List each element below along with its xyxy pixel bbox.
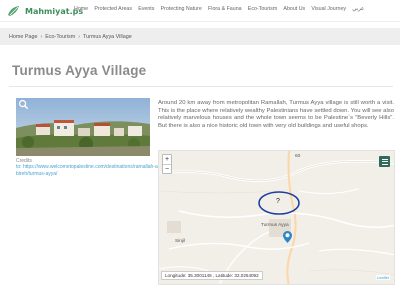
map-label-sinjil: Sinjil [175,239,186,244]
credits-link[interactable]: to: https://www.welcometopalestine.com/d… [16,164,162,177]
map-question-mark: ? [276,198,280,205]
nav-item-home[interactable]: Home [74,6,88,12]
layers-menu-icon[interactable] [379,156,390,167]
title-divider [9,86,393,87]
map-coordinates: Longitude: 35.3001145 , Latitude: 32.025… [161,271,263,280]
zoom-out-button[interactable]: − [163,164,171,173]
village-description: Around 20 km away from metropolitan Rama… [158,100,394,129]
nav-item-flora-fauna[interactable]: Flora & Fauna [208,6,242,12]
village-photo-image [16,98,150,156]
breadcrumb-current: Turmus Ayya Village [83,33,132,40]
village-photo[interactable] [16,98,150,156]
location-marker-icon[interactable] [283,231,292,243]
map-label-turmus-ayya: Turmus Ayya [261,223,289,228]
page-title: Turmus Ayya Village [12,63,147,78]
map-attribution[interactable]: Leaflet [375,275,390,280]
main-nav: Home Protected Areas Events Protecting N… [74,6,370,12]
breadcrumb-eco-tourism[interactable]: Eco-Tourism [45,34,75,40]
map-tiles [159,151,394,284]
magnifier-icon[interactable] [18,99,29,110]
site-logo[interactable]: Mahmiyat.ps [7,4,83,18]
map-zoom-control: + − [162,154,172,174]
nav-item-arabic[interactable]: عربي [352,6,364,12]
nav-item-visual-journey[interactable]: Visual Journey [311,6,346,12]
breadcrumb-home[interactable]: Home Page [9,34,37,40]
breadcrumb: Home Page › Eco-Tourism › Turmus Ayya Vi… [0,28,400,45]
leaf-logo-icon [8,6,19,16]
top-navbar: Mahmiyat.ps Home Protected Areas Events … [0,0,400,22]
location-map[interactable]: ? 60 Sinjil Turmus Ayya + − Longitude: 3… [158,150,395,285]
nav-item-protected-areas[interactable]: Protected Areas [94,6,132,12]
zoom-in-button[interactable]: + [163,155,171,164]
breadcrumb-separator: › [40,33,43,40]
nav-item-events[interactable]: Events [138,6,154,12]
nav-item-eco-tourism[interactable]: Eco-Tourism [248,6,277,12]
nav-item-protecting-nature[interactable]: Protecting Nature [161,6,202,12]
breadcrumb-separator: › [78,33,81,40]
map-label-route: 60 [295,154,301,159]
nav-item-about-us[interactable]: About Us [283,6,305,12]
photo-credits: Credits to: https://www.welcometopalesti… [16,158,162,177]
